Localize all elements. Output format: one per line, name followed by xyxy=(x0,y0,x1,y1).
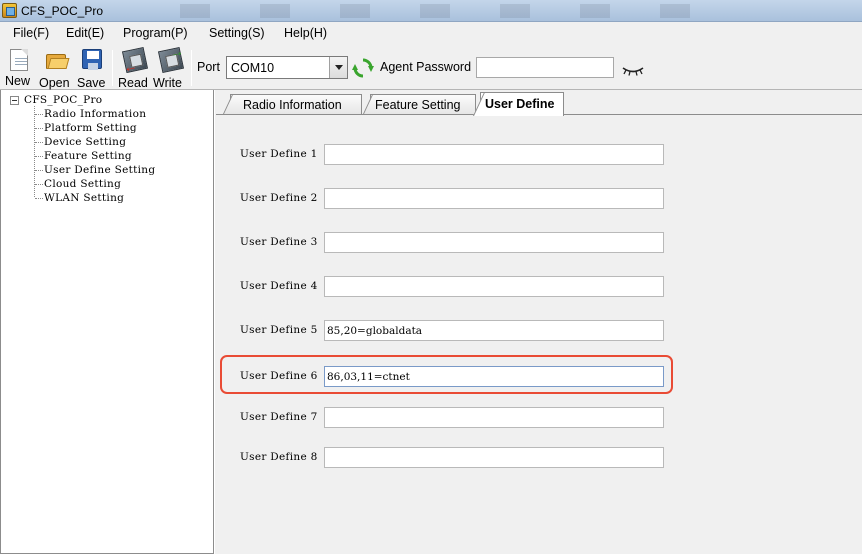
title-bar: CFS_POC_Pro xyxy=(0,0,862,22)
new-button[interactable]: New xyxy=(4,46,34,88)
user-define-3-input[interactable] xyxy=(324,232,664,253)
port-value: COM10 xyxy=(231,61,275,75)
tab-label: User Define xyxy=(485,97,555,111)
menu-bar: File(F) Edit(E) Program(P) Setting(S) He… xyxy=(0,22,862,44)
port-select[interactable]: COM10 xyxy=(226,56,348,79)
user-define-2-input[interactable] xyxy=(324,188,664,209)
toolbar-separator xyxy=(112,50,113,86)
user-define-1-label: User Define 1 xyxy=(240,148,318,160)
menu-file[interactable]: File(F) xyxy=(13,26,49,40)
user-define-2-label: User Define 2 xyxy=(240,192,318,204)
eye-closed-icon xyxy=(622,67,644,76)
open-folder-icon xyxy=(46,49,70,71)
tree-item-feature-setting[interactable]: Feature Setting xyxy=(44,150,132,162)
user-define-4-input[interactable] xyxy=(324,276,664,297)
menu-edit[interactable]: Edit(E) xyxy=(66,26,104,40)
new-file-icon xyxy=(10,49,28,71)
read-device-icon: ← xyxy=(122,46,149,75)
menu-help[interactable]: Help(H) xyxy=(284,26,327,40)
user-define-7-input[interactable] xyxy=(324,407,664,428)
tree-item-device-setting[interactable]: Device Setting xyxy=(44,136,126,148)
write-device-icon: → xyxy=(157,42,185,74)
user-define-5-input[interactable]: 85,20=globaldata xyxy=(324,320,664,341)
tree-guide-line xyxy=(35,142,43,143)
user-define-4-label: User Define 4 xyxy=(240,280,318,292)
tree-guide-line xyxy=(35,198,43,199)
tab-radio-information[interactable]: Radio Information xyxy=(223,94,362,114)
highlight-annotation xyxy=(220,355,673,394)
read-button[interactable]: ← Read xyxy=(117,46,149,90)
user-define-8-label: User Define 8 xyxy=(240,451,318,463)
tree-item-wlan-setting[interactable]: WLAN Setting xyxy=(44,192,124,204)
toolbar-separator xyxy=(191,50,192,86)
window-title: CFS_POC_Pro xyxy=(21,4,104,18)
user-define-5-label: User Define 5 xyxy=(240,324,318,336)
tree-guide-line xyxy=(35,184,43,185)
refresh-icon[interactable] xyxy=(352,57,374,79)
tree-item-cloud-setting[interactable]: Cloud Setting xyxy=(44,178,121,190)
tree-item-platform-setting[interactable]: Platform Setting xyxy=(44,122,137,134)
tree-item-radio-information[interactable]: Radio Information xyxy=(44,108,146,120)
tree-item-user-define-setting[interactable]: User Define Setting xyxy=(44,164,155,176)
tree-guide-line xyxy=(35,128,43,129)
app-window: CFS_POC_Pro File(F) Edit(E) Program(P) S… xyxy=(0,0,862,554)
read-button-label: Read xyxy=(118,76,148,90)
write-button-label: Write xyxy=(153,76,182,90)
save-disk-icon xyxy=(82,49,102,70)
agent-password-label: Agent Password xyxy=(380,60,472,74)
write-button[interactable]: → Write xyxy=(151,42,187,90)
title-bar-background xyxy=(180,4,720,18)
app-icon xyxy=(2,3,17,18)
menu-program[interactable]: Program(P) xyxy=(123,26,188,40)
tree-guide-line xyxy=(35,170,43,171)
tree-guide-line xyxy=(35,114,43,115)
collapse-icon[interactable] xyxy=(10,96,19,105)
agent-password-input[interactable] xyxy=(476,57,614,78)
open-button[interactable]: Open xyxy=(38,46,72,90)
tab-label: Radio Information xyxy=(243,98,342,112)
tab-label: Feature Setting xyxy=(375,98,461,112)
port-label: Port xyxy=(197,60,220,74)
user-define-3-label: User Define 3 xyxy=(240,236,318,248)
tree-guide-line xyxy=(35,156,43,157)
save-button[interactable]: Save xyxy=(76,46,108,90)
new-button-label: New xyxy=(5,74,31,88)
user-define-8-input[interactable] xyxy=(324,447,664,468)
tab-user-define[interactable]: User Define xyxy=(473,92,564,116)
show-password-button[interactable] xyxy=(618,56,648,81)
save-button-label: Save xyxy=(77,76,106,90)
tree-root[interactable]: CFS_POC_Pro xyxy=(24,94,102,106)
tab-feature-setting[interactable]: Feature Setting xyxy=(363,94,476,114)
menu-setting[interactable]: Setting(S) xyxy=(209,26,265,40)
user-define-1-input[interactable] xyxy=(324,144,664,165)
chevron-down-icon[interactable] xyxy=(329,57,347,78)
open-button-label: Open xyxy=(39,76,70,90)
user-define-7-label: User Define 7 xyxy=(240,411,318,423)
